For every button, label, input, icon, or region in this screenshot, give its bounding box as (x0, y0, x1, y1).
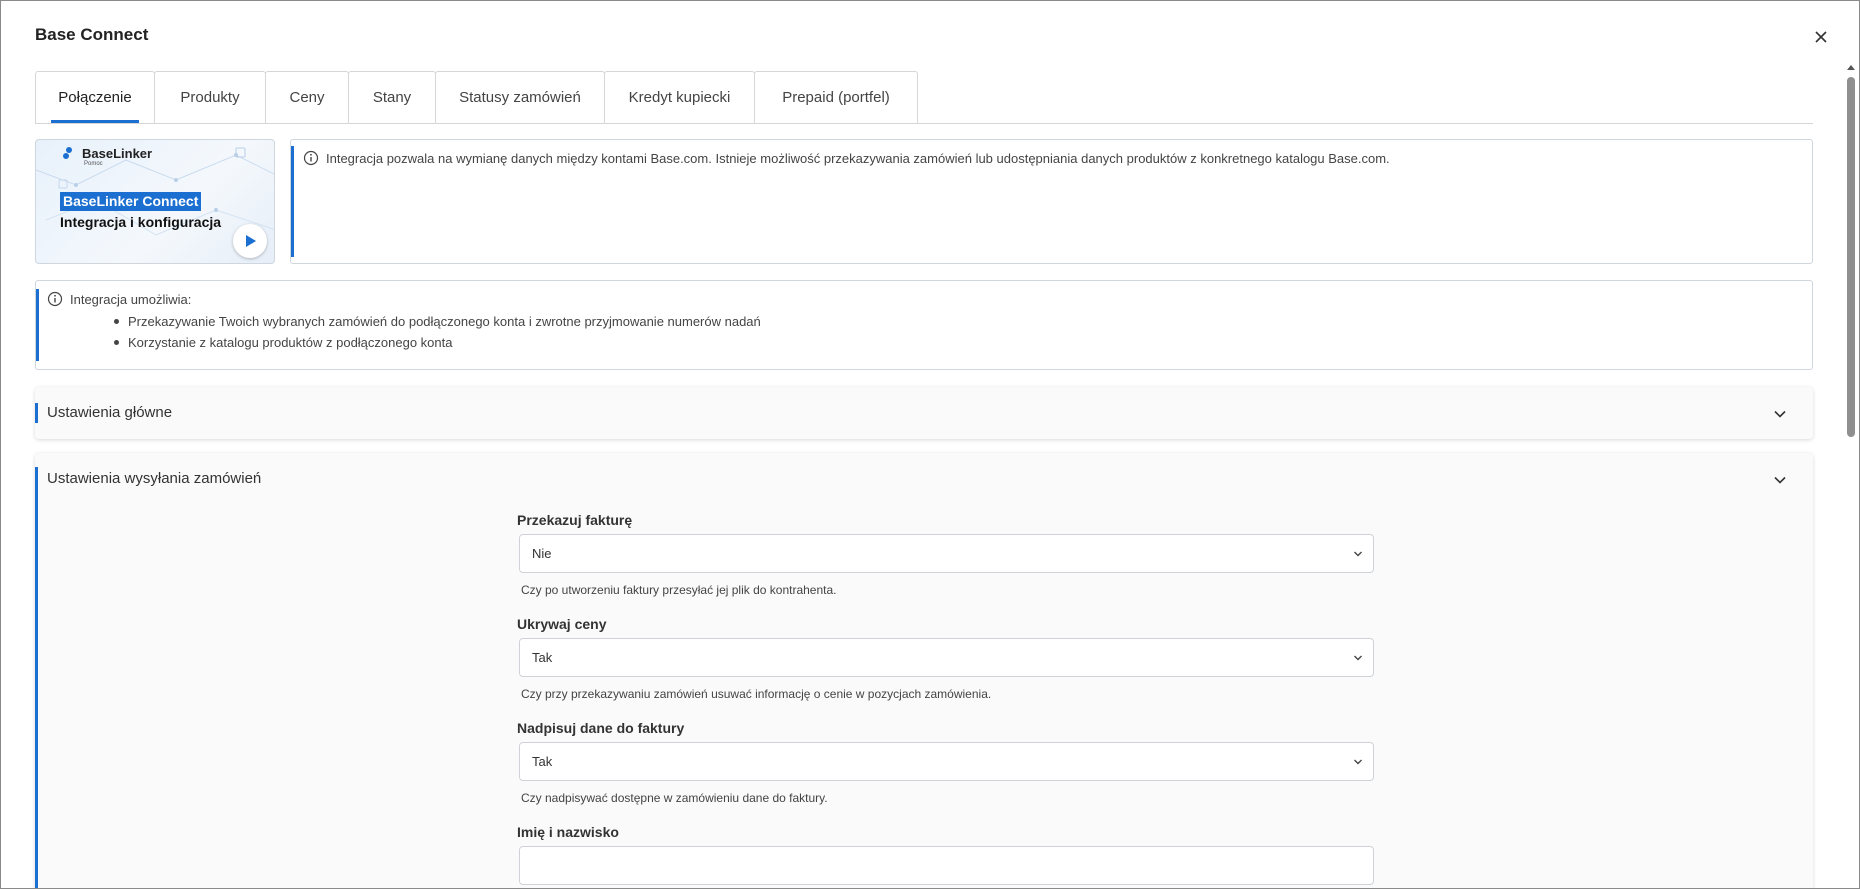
tab-label: Ceny (289, 89, 325, 106)
invoice-label: Przekazuj fakturę (517, 512, 633, 528)
tab-prepaid-portfel[interactable]: Prepaid (portfel) (754, 71, 918, 123)
tab-statusy-zamowien[interactable]: Statusy zamówień (435, 71, 605, 123)
scroll-thumb[interactable] (1847, 77, 1855, 437)
chevron-down-icon[interactable] (1773, 407, 1787, 421)
info-accent-bar (291, 146, 294, 257)
features-info-box: Integracja umożliwia: Przekazywanie Twoi… (35, 280, 1813, 370)
features-heading: Integracja umożliwia: (70, 292, 192, 307)
video-title-line2: Integracja i konfiguracja (60, 214, 222, 230)
tab-label: Stany (372, 89, 412, 106)
video-title-line1: BaseLinker Connect (60, 192, 202, 211)
integration-info-text: Integracja pozwala na wymianę danych mię… (326, 151, 1390, 166)
invoice-select[interactable]: Nie (519, 534, 1374, 573)
close-icon (1815, 31, 1827, 43)
tab-ceny[interactable]: Ceny (265, 71, 349, 123)
scroll-up-arrow-icon[interactable] (1847, 65, 1855, 70)
panel-title[interactable]: Ustawienia wysyłania zamówień (47, 470, 261, 487)
tab-bar: Połączenie Produkty Ceny Stany Statusy z… (35, 71, 1813, 124)
chevron-down-icon (1354, 759, 1362, 765)
tab-label: Kredyt kupiecki (628, 89, 731, 106)
order-settings-panel: Ustawienia wysyłania zamówień Przekazuj … (35, 453, 1813, 888)
chevron-down-icon (1354, 655, 1362, 661)
modal-dialog: Base Connect Połączenie Produkty Ceny St… (0, 0, 1860, 889)
info-icon (303, 150, 319, 166)
info-accent-bar (36, 289, 39, 361)
full-name-label: Imię i nazwisko (517, 824, 619, 840)
overwrite-invoice-help-text: Czy nadpisywać dostępne w zamówieniu dan… (521, 791, 828, 805)
modal-title: Base Connect (35, 25, 149, 44)
tab-kredyt-kupiecki[interactable]: Kredyt kupiecki (604, 71, 755, 123)
tab-label: Produkty (180, 89, 240, 106)
tab-polaczenie[interactable]: Połączenie (35, 71, 155, 123)
play-icon (246, 235, 256, 247)
info-icon (47, 291, 63, 307)
video-brand: BaseLinker (82, 146, 153, 161)
chevron-down-icon[interactable] (1773, 473, 1787, 487)
scrollbar[interactable] (1844, 63, 1858, 888)
hide-prices-label: Ukrywaj ceny (517, 616, 607, 632)
tab-stany[interactable]: Stany (348, 71, 436, 123)
main-settings-panel[interactable]: Ustawienia główne (35, 387, 1813, 439)
select-value: Tak (532, 650, 553, 665)
chevron-down-icon (1354, 551, 1362, 557)
video-brand-sub: Pomoc (84, 161, 103, 167)
tab-label: Prepaid (portfel) (782, 89, 890, 106)
active-tab-indicator (51, 120, 139, 123)
tab-produkty[interactable]: Produkty (154, 71, 266, 123)
hide-prices-select[interactable]: Tak (519, 638, 1374, 677)
features-list: Przekazywanie Twoich wybranych zamówień … (110, 311, 761, 353)
integration-info-box: Integracja pozwala na wymianę danych mię… (290, 139, 1813, 264)
panel-accent-bar (35, 403, 38, 423)
video-thumbnail[interactable]: BaseLinker Pomoc BaseLinker Connect Inte… (35, 139, 275, 264)
tab-label: Połączenie (58, 89, 132, 106)
play-button[interactable] (233, 224, 267, 258)
list-item: Przekazywanie Twoich wybranych zamówień … (110, 311, 761, 332)
close-button[interactable] (1809, 25, 1833, 49)
hide-prices-help-text: Czy przy przekazywaniu zamówień usuwać i… (521, 687, 992, 701)
overwrite-invoice-label: Nadpisuj dane do faktury (517, 720, 685, 736)
panel-title: Ustawienia główne (47, 404, 173, 421)
select-value: Nie (532, 546, 552, 561)
tab-label: Statusy zamówień (459, 89, 581, 106)
baselinker-logo-icon (63, 147, 72, 159)
overwrite-invoice-select[interactable]: Tak (519, 742, 1374, 781)
select-value: Tak (532, 754, 553, 769)
list-item: Korzystanie z katalogu produktów z podłą… (110, 332, 761, 353)
full-name-input[interactable] (519, 846, 1374, 885)
invoice-help-text: Czy po utworzeniu faktury przesyłać jej … (521, 583, 837, 597)
panel-accent-bar (35, 467, 38, 888)
